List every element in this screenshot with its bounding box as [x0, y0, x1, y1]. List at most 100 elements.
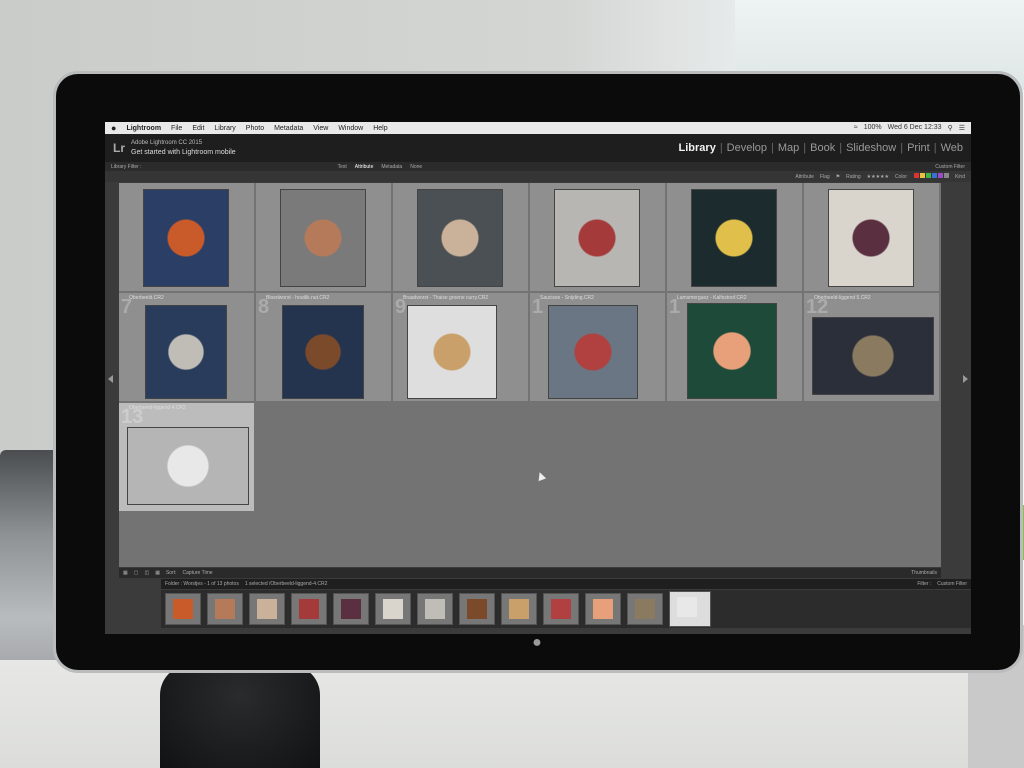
clock[interactable]: Wed 6 Dec 12:33: [888, 124, 942, 132]
sort-label: Sort:: [165, 570, 177, 576]
filmstrip-thumbnail[interactable]: [291, 593, 327, 625]
wifi-icon[interactable]: ≈: [854, 124, 858, 132]
filter-tab-none[interactable]: None: [410, 164, 422, 170]
grid-cell[interactable]: 13 Oberbeeld-liggend 4.CR2: [119, 403, 254, 511]
grid-cell[interactable]: [393, 183, 528, 291]
spotlight-icon[interactable]: ⚲: [948, 124, 953, 132]
filmstrip-thumbnail[interactable]: [459, 593, 495, 625]
apple-menu-icon[interactable]: ●: [111, 123, 116, 133]
photo-thumbnail[interactable]: [691, 189, 777, 287]
photo-thumbnail[interactable]: [282, 305, 364, 399]
right-panel-toggle-icon[interactable]: [963, 375, 968, 383]
folder-info[interactable]: Folder : Worstjes - 1 of 13 photos: [165, 581, 239, 587]
grid-cell[interactable]: 8 Bloedworst - houtlik.nut.CR2: [256, 293, 391, 401]
compare-view-icon[interactable]: ◫: [144, 570, 149, 576]
selection-info[interactable]: 1 selected /Oberbeeld-liggend-4.CR2: [245, 581, 328, 587]
filmstrip-thumbnail[interactable]: [669, 591, 711, 627]
photo-thumbnail[interactable]: [554, 189, 640, 287]
module-library[interactable]: Library: [679, 142, 716, 154]
grid-cell[interactable]: 7 Oberbeeld.CR2: [119, 293, 254, 401]
grid-cell[interactable]: [804, 183, 939, 291]
left-panel-toggle-icon[interactable]: [108, 375, 113, 383]
filter-tabs: Text Attribute Metadata None: [338, 164, 423, 170]
filter-tab-metadata[interactable]: Metadata: [381, 164, 402, 170]
filmstrip-thumbnail[interactable]: [249, 593, 285, 625]
filter-preset[interactable]: Custom Filter: [935, 164, 965, 170]
notification-icon[interactable]: ☰: [959, 124, 965, 132]
module-map[interactable]: Map: [778, 142, 799, 154]
photo-thumbnail[interactable]: [145, 305, 227, 399]
menu-file[interactable]: File: [171, 125, 182, 132]
menu-window[interactable]: Window: [338, 125, 363, 132]
color-swatch[interactable]: [937, 173, 943, 178]
identity-plate: Lr Adobe Lightroom CC 2015 Get started w…: [105, 134, 971, 162]
module-slideshow[interactable]: Slideshow: [846, 142, 896, 154]
sort-value[interactable]: Capture Time: [183, 570, 213, 576]
filmstrip-thumbnail[interactable]: [207, 593, 243, 625]
filmstrip-thumbnail[interactable]: [543, 593, 579, 625]
grid-cell[interactable]: 1 Saucisse - Snijding.CR2: [530, 293, 665, 401]
grid-cell[interactable]: [256, 183, 391, 291]
filmstrip-thumbnail[interactable]: [165, 593, 201, 625]
photo-thumbnail[interactable]: [280, 189, 366, 287]
grid-cell[interactable]: [530, 183, 665, 291]
photo-thumbnail[interactable]: [417, 189, 503, 287]
photo-thumbnail[interactable]: [143, 189, 229, 287]
filmstrip-filter-value[interactable]: Custom Filter: [937, 581, 967, 587]
photo-thumbnail[interactable]: [407, 305, 497, 399]
color-swatch[interactable]: [913, 173, 919, 178]
module-separator: |: [839, 142, 843, 154]
color-swatches[interactable]: [913, 173, 949, 180]
filmstrip-thumbnail[interactable]: [417, 593, 453, 625]
color-swatch[interactable]: [925, 173, 931, 178]
menu-library[interactable]: Library: [214, 125, 235, 132]
menu-photo[interactable]: Photo: [246, 125, 264, 132]
photo-thumbnail[interactable]: [127, 427, 249, 505]
module-book[interactable]: Book: [810, 142, 835, 154]
rating-stars[interactable]: ★★★★★: [867, 174, 889, 180]
color-swatch[interactable]: [943, 173, 949, 178]
kind-label: Kind: [954, 173, 965, 180]
filter-tab-text[interactable]: Text: [338, 164, 347, 170]
library-filter-label: Library Filter :: [111, 163, 142, 170]
grid-cell[interactable]: 9 Braadworst - Thaise groene curry.CR2: [393, 293, 528, 401]
menu-metadata[interactable]: Metadata: [274, 125, 303, 132]
module-web[interactable]: Web: [941, 142, 963, 154]
menu-edit[interactable]: Edit: [192, 125, 204, 132]
filmstrip-thumbnail-image: [215, 599, 235, 619]
photo-thumbnail[interactable]: [828, 189, 914, 287]
grid-cell-filename: Oberbeeld.CR2: [129, 295, 164, 301]
grid-cell[interactable]: 1 Lamsmerguez - Kalfsstoof.CR2: [667, 293, 802, 401]
mobile-link[interactable]: Get started with Lightroom mobile: [131, 148, 236, 157]
filmstrip-thumbnail[interactable]: [375, 593, 411, 625]
filmstrip: [161, 590, 971, 628]
battery-level[interactable]: 100%: [864, 124, 882, 132]
grid-cell[interactable]: [119, 183, 254, 291]
grid-cell-filename: Oberbeeld-liggend 5.CR2: [814, 295, 871, 301]
filter-tab-attribute[interactable]: Attribute: [355, 164, 374, 170]
photo-thumbnail[interactable]: [548, 305, 638, 399]
menu-app[interactable]: Lightroom: [126, 125, 161, 132]
grid-view-icon[interactable]: ▦: [123, 570, 128, 576]
grid-cell-filename: Bloedworst - houtlik.nut.CR2: [266, 295, 330, 301]
survey-view-icon[interactable]: ▦: [155, 570, 160, 576]
module-picker: Library | Develop | Map | Book | Slidesh…: [679, 142, 963, 154]
module-print[interactable]: Print: [907, 142, 930, 154]
grid-cell[interactable]: [667, 183, 802, 291]
module-develop[interactable]: Develop: [727, 142, 767, 154]
loupe-view-icon[interactable]: ▢: [134, 570, 139, 576]
menu-help[interactable]: Help: [373, 125, 387, 132]
color-swatch[interactable]: [931, 173, 937, 178]
grid-cell[interactable]: 12 Oberbeeld-liggend 5.CR2: [804, 293, 939, 401]
filmstrip-thumbnail[interactable]: [585, 593, 621, 625]
photo-thumbnail[interactable]: [812, 317, 934, 395]
color-swatch[interactable]: [919, 173, 925, 178]
filmstrip-thumbnail[interactable]: [333, 593, 369, 625]
menu-view[interactable]: View: [313, 125, 328, 132]
filmstrip-thumbnail[interactable]: [501, 593, 537, 625]
library-filter-bar: Library Filter : Text Attribute Metadata…: [105, 162, 971, 171]
photo-thumbnail[interactable]: [687, 303, 777, 399]
filmstrip-thumbnail[interactable]: [627, 593, 663, 625]
filmstrip-thumbnail-image: [677, 597, 697, 617]
flag-icon[interactable]: ⚑: [836, 174, 840, 180]
